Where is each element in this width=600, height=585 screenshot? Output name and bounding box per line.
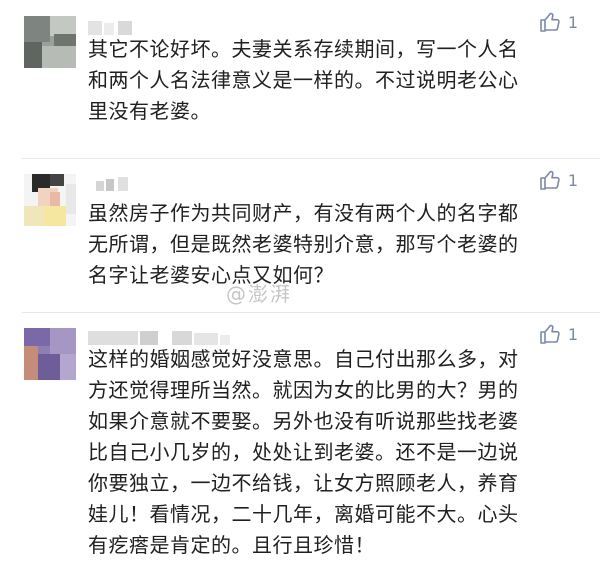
avatar-image-icon [24, 16, 76, 68]
username-blurred [88, 20, 148, 35]
avatar[interactable] [24, 174, 76, 226]
comment-3: 1 这样的婚姻感觉好没意思。自己付出那么多，对 方还觉得理所当然。就因为女的比男… [0, 314, 600, 585]
watermark: @澎湃 [226, 282, 292, 306]
comment-divider [22, 158, 600, 159]
comment-line: 这样的婚姻感觉好没意思。自己付出那么多，对 [88, 347, 519, 371]
comment-line: 有疙瘩是肯定的。且行且珍惜！ [88, 533, 375, 557]
comment-text: 其它不论好坏。夫妻关系存续期间，写一个人名 和两个人名法律意义是一样的。不过说明… [88, 34, 578, 127]
avatar-image-icon [24, 328, 76, 380]
comment-line: 其它不论好坏。夫妻关系存续期间，写一个人名 [88, 37, 519, 61]
like-count: 1 [567, 170, 578, 190]
thumbs-up-icon [540, 170, 560, 190]
comment-text: 虽然房子作为共同财产，有没有两个人的名字都 无所谓，但是既然老婆特别介意，那写个… [88, 198, 578, 291]
comment-line: 名字让老婆安心点又如何？ [88, 263, 334, 287]
comment-divider [22, 312, 600, 313]
comment-line: 和两个人名法律意义是一样的。不过说明老公心 [88, 68, 519, 92]
thumbs-up-icon [540, 324, 560, 344]
comment-line: 里没有老婆。 [88, 99, 211, 123]
like-count: 1 [567, 12, 578, 32]
comment-line: 娃儿！看情况，二十几年，离婚可能不大。心头 [88, 502, 519, 526]
avatar-image-icon [24, 174, 76, 226]
thumbs-up-icon [540, 12, 560, 32]
comment-line: 比自己小几岁的，处处让到老婆。还不是一边说 [88, 440, 519, 464]
comment-1: 1 其它不论好坏。夫妻关系存续期间，写一个人名 和两个人名法律意义是一样的。不过… [0, 0, 600, 160]
username-blurred [88, 330, 238, 345]
comment-line: 你要独立，一边不给钱，让女方照顾老人，养育 [88, 471, 519, 495]
comment-line: 虽然房子作为共同财产，有没有两个人的名字都 [88, 201, 519, 225]
like-button[interactable]: 1 [538, 166, 578, 194]
comment-line: 无所谓，但是既然老婆特别介意，那写个老婆的 [88, 232, 519, 256]
comment-text: 这样的婚姻感觉好没意思。自己付出那么多，对 方还觉得理所当然。就因为女的比男的大… [88, 344, 578, 561]
username-blurred [96, 176, 136, 191]
avatar[interactable] [24, 16, 76, 68]
comment-line: 如果介意就不要娶。另外也没有听说那些找老婆 [88, 409, 519, 433]
like-count: 1 [567, 324, 578, 344]
like-button[interactable]: 1 [538, 8, 578, 36]
comment-line: 方还觉得理所当然。就因为女的比男的大？男的 [88, 378, 519, 402]
avatar[interactable] [24, 328, 76, 380]
comment-2: 1 虽然房子作为共同财产，有没有两个人的名字都 无所谓，但是既然老婆特别介意，那… [0, 160, 600, 310]
